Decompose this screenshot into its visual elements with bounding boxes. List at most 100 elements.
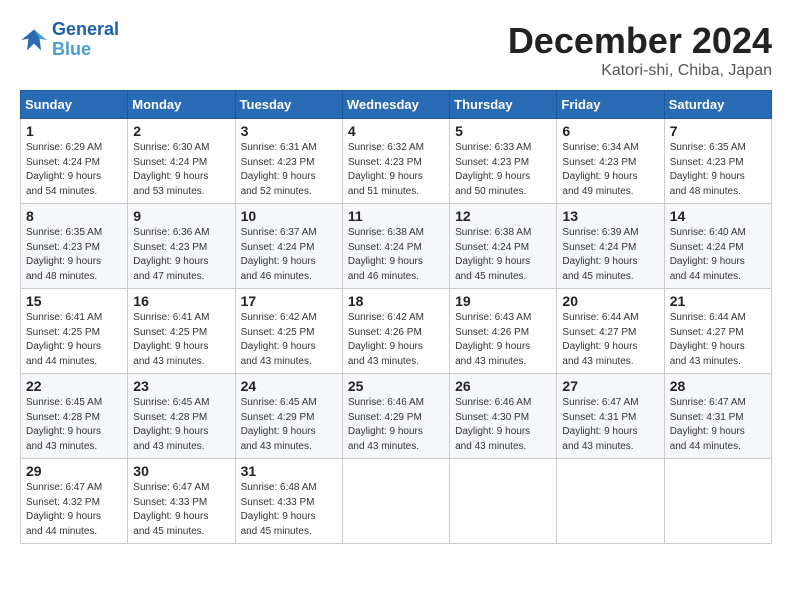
calendar-table: SundayMondayTuesdayWednesdayThursdayFrid…	[20, 90, 772, 544]
weekday-header-saturday: Saturday	[664, 91, 771, 119]
day-info: Sunrise: 6:44 AM Sunset: 4:27 PM Dayligh…	[670, 311, 766, 369]
day-number: 29	[26, 463, 122, 479]
day-info: Sunrise: 6:36 AM Sunset: 4:23 PM Dayligh…	[133, 226, 229, 284]
calendar-cell: 19 Sunrise: 6:43 AM Sunset: 4:26 PM Dayli…	[450, 289, 557, 374]
calendar-week-row: 1 Sunrise: 6:29 AM Sunset: 4:24 PM Daylig…	[21, 119, 772, 204]
calendar-cell: 13 Sunrise: 6:39 AM Sunset: 4:24 PM Dayli…	[557, 204, 664, 289]
calendar-cell: 16 Sunrise: 6:41 AM Sunset: 4:25 PM Dayli…	[128, 289, 235, 374]
page-header: General Blue December 2024 Katori-shi, C…	[20, 20, 772, 80]
calendar-cell: 1 Sunrise: 6:29 AM Sunset: 4:24 PM Daylig…	[21, 119, 128, 204]
day-number: 16	[133, 293, 229, 309]
day-info: Sunrise: 6:29 AM Sunset: 4:24 PM Dayligh…	[26, 141, 122, 199]
month-title: December 2024	[508, 20, 772, 62]
day-number: 7	[670, 123, 766, 139]
day-info: Sunrise: 6:38 AM Sunset: 4:24 PM Dayligh…	[455, 226, 551, 284]
weekday-header-monday: Monday	[128, 91, 235, 119]
day-number: 13	[562, 208, 658, 224]
day-number: 4	[348, 123, 444, 139]
calendar-cell: 2Sunrise: 6:30 AM Sunset: 4:24 PM Daylig…	[128, 119, 235, 204]
day-info: Sunrise: 6:34 AM Sunset: 4:23 PM Dayligh…	[562, 141, 658, 199]
day-number: 31	[241, 463, 337, 479]
calendar-cell: 22Sunrise: 6:45 AM Sunset: 4:28 PM Dayli…	[21, 374, 128, 459]
calendar-week-row: 15 Sunrise: 6:41 AM Sunset: 4:25 PM Dayli…	[21, 289, 772, 374]
day-info: Sunrise: 6:39 AM Sunset: 4:24 PM Dayligh…	[562, 226, 658, 284]
calendar-cell: 3 Sunrise: 6:31 AM Sunset: 4:23 PM Daylig…	[235, 119, 342, 204]
day-number: 9	[133, 208, 229, 224]
day-info: Sunrise: 6:47 AM Sunset: 4:32 PM Dayligh…	[26, 481, 122, 539]
calendar-cell: 14 Sunrise: 6:40 AM Sunset: 4:24 PM Dayli…	[664, 204, 771, 289]
day-number: 17	[241, 293, 337, 309]
location-title: Katori-shi, Chiba, Japan	[508, 62, 772, 80]
calendar-cell: 31 Sunrise: 6:48 AM Sunset: 4:33 PM Dayli…	[235, 459, 342, 544]
day-number: 1	[26, 123, 122, 139]
day-number: 21	[670, 293, 766, 309]
day-info: Sunrise: 6:40 AM Sunset: 4:24 PM Dayligh…	[670, 226, 766, 284]
calendar-cell: 26 Sunrise: 6:46 AM Sunset: 4:30 PM Dayli…	[450, 374, 557, 459]
day-number: 5	[455, 123, 551, 139]
calendar-cell	[342, 459, 449, 544]
day-number: 26	[455, 378, 551, 394]
calendar-cell: 23 Sunrise: 6:45 AM Sunset: 4:28 PM Dayli…	[128, 374, 235, 459]
day-info: Sunrise: 6:42 AM Sunset: 4:25 PM Dayligh…	[241, 311, 337, 369]
day-info: Sunrise: 6:48 AM Sunset: 4:33 PM Dayligh…	[241, 481, 337, 539]
calendar-cell: 24 Sunrise: 6:45 AM Sunset: 4:29 PM Dayli…	[235, 374, 342, 459]
day-info: Sunrise: 6:41 AM Sunset: 4:25 PM Dayligh…	[26, 311, 122, 369]
day-info: Sunrise: 6:47 AM Sunset: 4:31 PM Dayligh…	[670, 396, 766, 454]
day-info: Sunrise: 6:45 AM Sunset: 4:28 PM Dayligh…	[133, 396, 229, 454]
calendar-week-row: 22Sunrise: 6:45 AM Sunset: 4:28 PM Dayli…	[21, 374, 772, 459]
day-number: 30	[133, 463, 229, 479]
day-info: Sunrise: 6:31 AM Sunset: 4:23 PM Dayligh…	[241, 141, 337, 199]
day-number: 28	[670, 378, 766, 394]
logo: General Blue	[20, 20, 119, 60]
day-number: 12	[455, 208, 551, 224]
calendar-week-row: 8 Sunrise: 6:35 AM Sunset: 4:23 PM Daylig…	[21, 204, 772, 289]
day-number: 14	[670, 208, 766, 224]
day-number: 27	[562, 378, 658, 394]
calendar-cell: 25 Sunrise: 6:46 AM Sunset: 4:29 PM Dayli…	[342, 374, 449, 459]
calendar-cell	[664, 459, 771, 544]
day-info: Sunrise: 6:33 AM Sunset: 4:23 PM Dayligh…	[455, 141, 551, 199]
day-info: Sunrise: 6:46 AM Sunset: 4:30 PM Dayligh…	[455, 396, 551, 454]
day-number: 18	[348, 293, 444, 309]
day-info: Sunrise: 6:43 AM Sunset: 4:26 PM Dayligh…	[455, 311, 551, 369]
calendar-cell: 4Sunrise: 6:32 AM Sunset: 4:23 PM Daylig…	[342, 119, 449, 204]
day-info: Sunrise: 6:38 AM Sunset: 4:24 PM Dayligh…	[348, 226, 444, 284]
day-number: 23	[133, 378, 229, 394]
calendar-cell: 6Sunrise: 6:34 AM Sunset: 4:23 PM Daylig…	[557, 119, 664, 204]
day-info: Sunrise: 6:47 AM Sunset: 4:33 PM Dayligh…	[133, 481, 229, 539]
day-info: Sunrise: 6:35 AM Sunset: 4:23 PM Dayligh…	[26, 226, 122, 284]
calendar-cell: 30 Sunrise: 6:47 AM Sunset: 4:33 PM Dayli…	[128, 459, 235, 544]
day-number: 19	[455, 293, 551, 309]
calendar-cell: 9 Sunrise: 6:36 AM Sunset: 4:23 PM Daylig…	[128, 204, 235, 289]
calendar-cell	[450, 459, 557, 544]
day-number: 15	[26, 293, 122, 309]
day-number: 25	[348, 378, 444, 394]
day-info: Sunrise: 6:45 AM Sunset: 4:29 PM Dayligh…	[241, 396, 337, 454]
weekday-header-friday: Friday	[557, 91, 664, 119]
calendar-cell: 8 Sunrise: 6:35 AM Sunset: 4:23 PM Daylig…	[21, 204, 128, 289]
logo-text: General Blue	[52, 20, 119, 60]
day-info: Sunrise: 6:46 AM Sunset: 4:29 PM Dayligh…	[348, 396, 444, 454]
day-number: 2	[133, 123, 229, 139]
day-number: 3	[241, 123, 337, 139]
calendar-cell: 28 Sunrise: 6:47 AM Sunset: 4:31 PM Dayli…	[664, 374, 771, 459]
day-info: Sunrise: 6:47 AM Sunset: 4:31 PM Dayligh…	[562, 396, 658, 454]
calendar-cell: 15 Sunrise: 6:41 AM Sunset: 4:25 PM Dayli…	[21, 289, 128, 374]
day-info: Sunrise: 6:35 AM Sunset: 4:23 PM Dayligh…	[670, 141, 766, 199]
weekday-header-tuesday: Tuesday	[235, 91, 342, 119]
weekday-header-wednesday: Wednesday	[342, 91, 449, 119]
day-info: Sunrise: 6:41 AM Sunset: 4:25 PM Dayligh…	[133, 311, 229, 369]
day-number: 20	[562, 293, 658, 309]
weekday-header-row: SundayMondayTuesdayWednesdayThursdayFrid…	[21, 91, 772, 119]
day-info: Sunrise: 6:42 AM Sunset: 4:26 PM Dayligh…	[348, 311, 444, 369]
day-number: 8	[26, 208, 122, 224]
day-number: 11	[348, 208, 444, 224]
calendar-cell	[557, 459, 664, 544]
logo-icon	[20, 26, 48, 54]
day-number: 24	[241, 378, 337, 394]
day-number: 10	[241, 208, 337, 224]
calendar-cell: 7 Sunrise: 6:35 AM Sunset: 4:23 PM Daylig…	[664, 119, 771, 204]
calendar-cell: 10Sunrise: 6:37 AM Sunset: 4:24 PM Dayli…	[235, 204, 342, 289]
calendar-cell: 12 Sunrise: 6:38 AM Sunset: 4:24 PM Dayli…	[450, 204, 557, 289]
calendar-cell: 11 Sunrise: 6:38 AM Sunset: 4:24 PM Dayli…	[342, 204, 449, 289]
